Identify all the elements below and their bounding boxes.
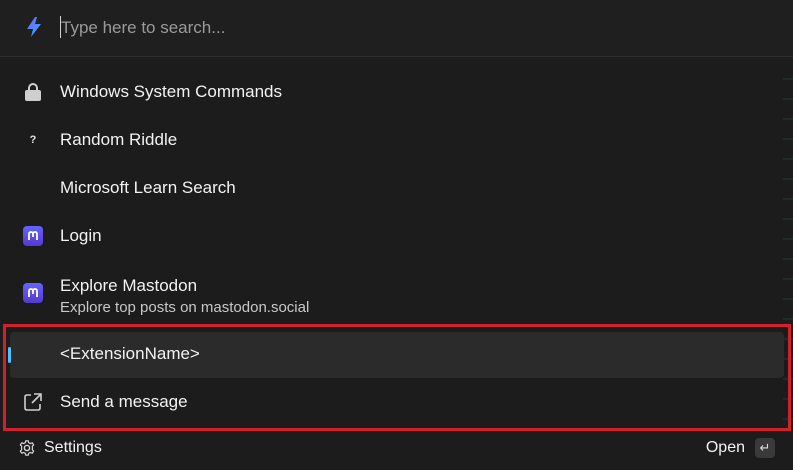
lock-icon (23, 82, 43, 102)
mastodon-icon (23, 226, 43, 246)
question-mark-icon: ? (29, 134, 37, 146)
list-item-random-riddle[interactable]: ? Random Riddle (10, 118, 784, 164)
list-item-login[interactable]: Login (10, 214, 784, 260)
item-title: Windows System Commands (60, 82, 283, 101)
mastodon-icon (23, 283, 43, 303)
list-item-microsoft-learn-search[interactable]: Microsoft Learn Search (10, 166, 784, 212)
list-item-explore-mastodon[interactable]: Explore Mastodon Explore top posts on ma… (10, 262, 784, 324)
item-title: Login (60, 226, 102, 245)
gear-icon (19, 440, 35, 456)
search-bar (0, 0, 793, 57)
selection-indicator (8, 347, 11, 363)
enter-key-icon: ↵ (755, 438, 775, 458)
open-label: Open (705, 439, 745, 456)
item-title: Microsoft Learn Search (60, 178, 236, 197)
item-title: <ExtensionName> (60, 344, 200, 363)
search-input[interactable] (61, 14, 761, 42)
settings-label: Settings (44, 439, 102, 456)
list-item-send-a-message[interactable]: Send a message (10, 380, 784, 426)
lightning-bolt-icon (27, 17, 41, 37)
item-title: Send a message (60, 392, 188, 411)
item-subtitle: Explore top posts on mastodon.social (60, 299, 310, 316)
list-item-windows-system-commands[interactable]: Windows System Commands (10, 70, 784, 116)
item-title: Random Riddle (60, 130, 178, 149)
list-item-extension-name[interactable]: <ExtensionName> (8, 332, 784, 378)
background-code-strip (783, 60, 793, 420)
settings-button[interactable]: Settings (18, 439, 102, 457)
item-title: Explore Mastodon (60, 276, 198, 295)
open-button[interactable]: Open ↵ (706, 438, 775, 458)
footer-bar: Settings Open ↵ (0, 431, 793, 470)
external-link-icon (23, 392, 43, 412)
